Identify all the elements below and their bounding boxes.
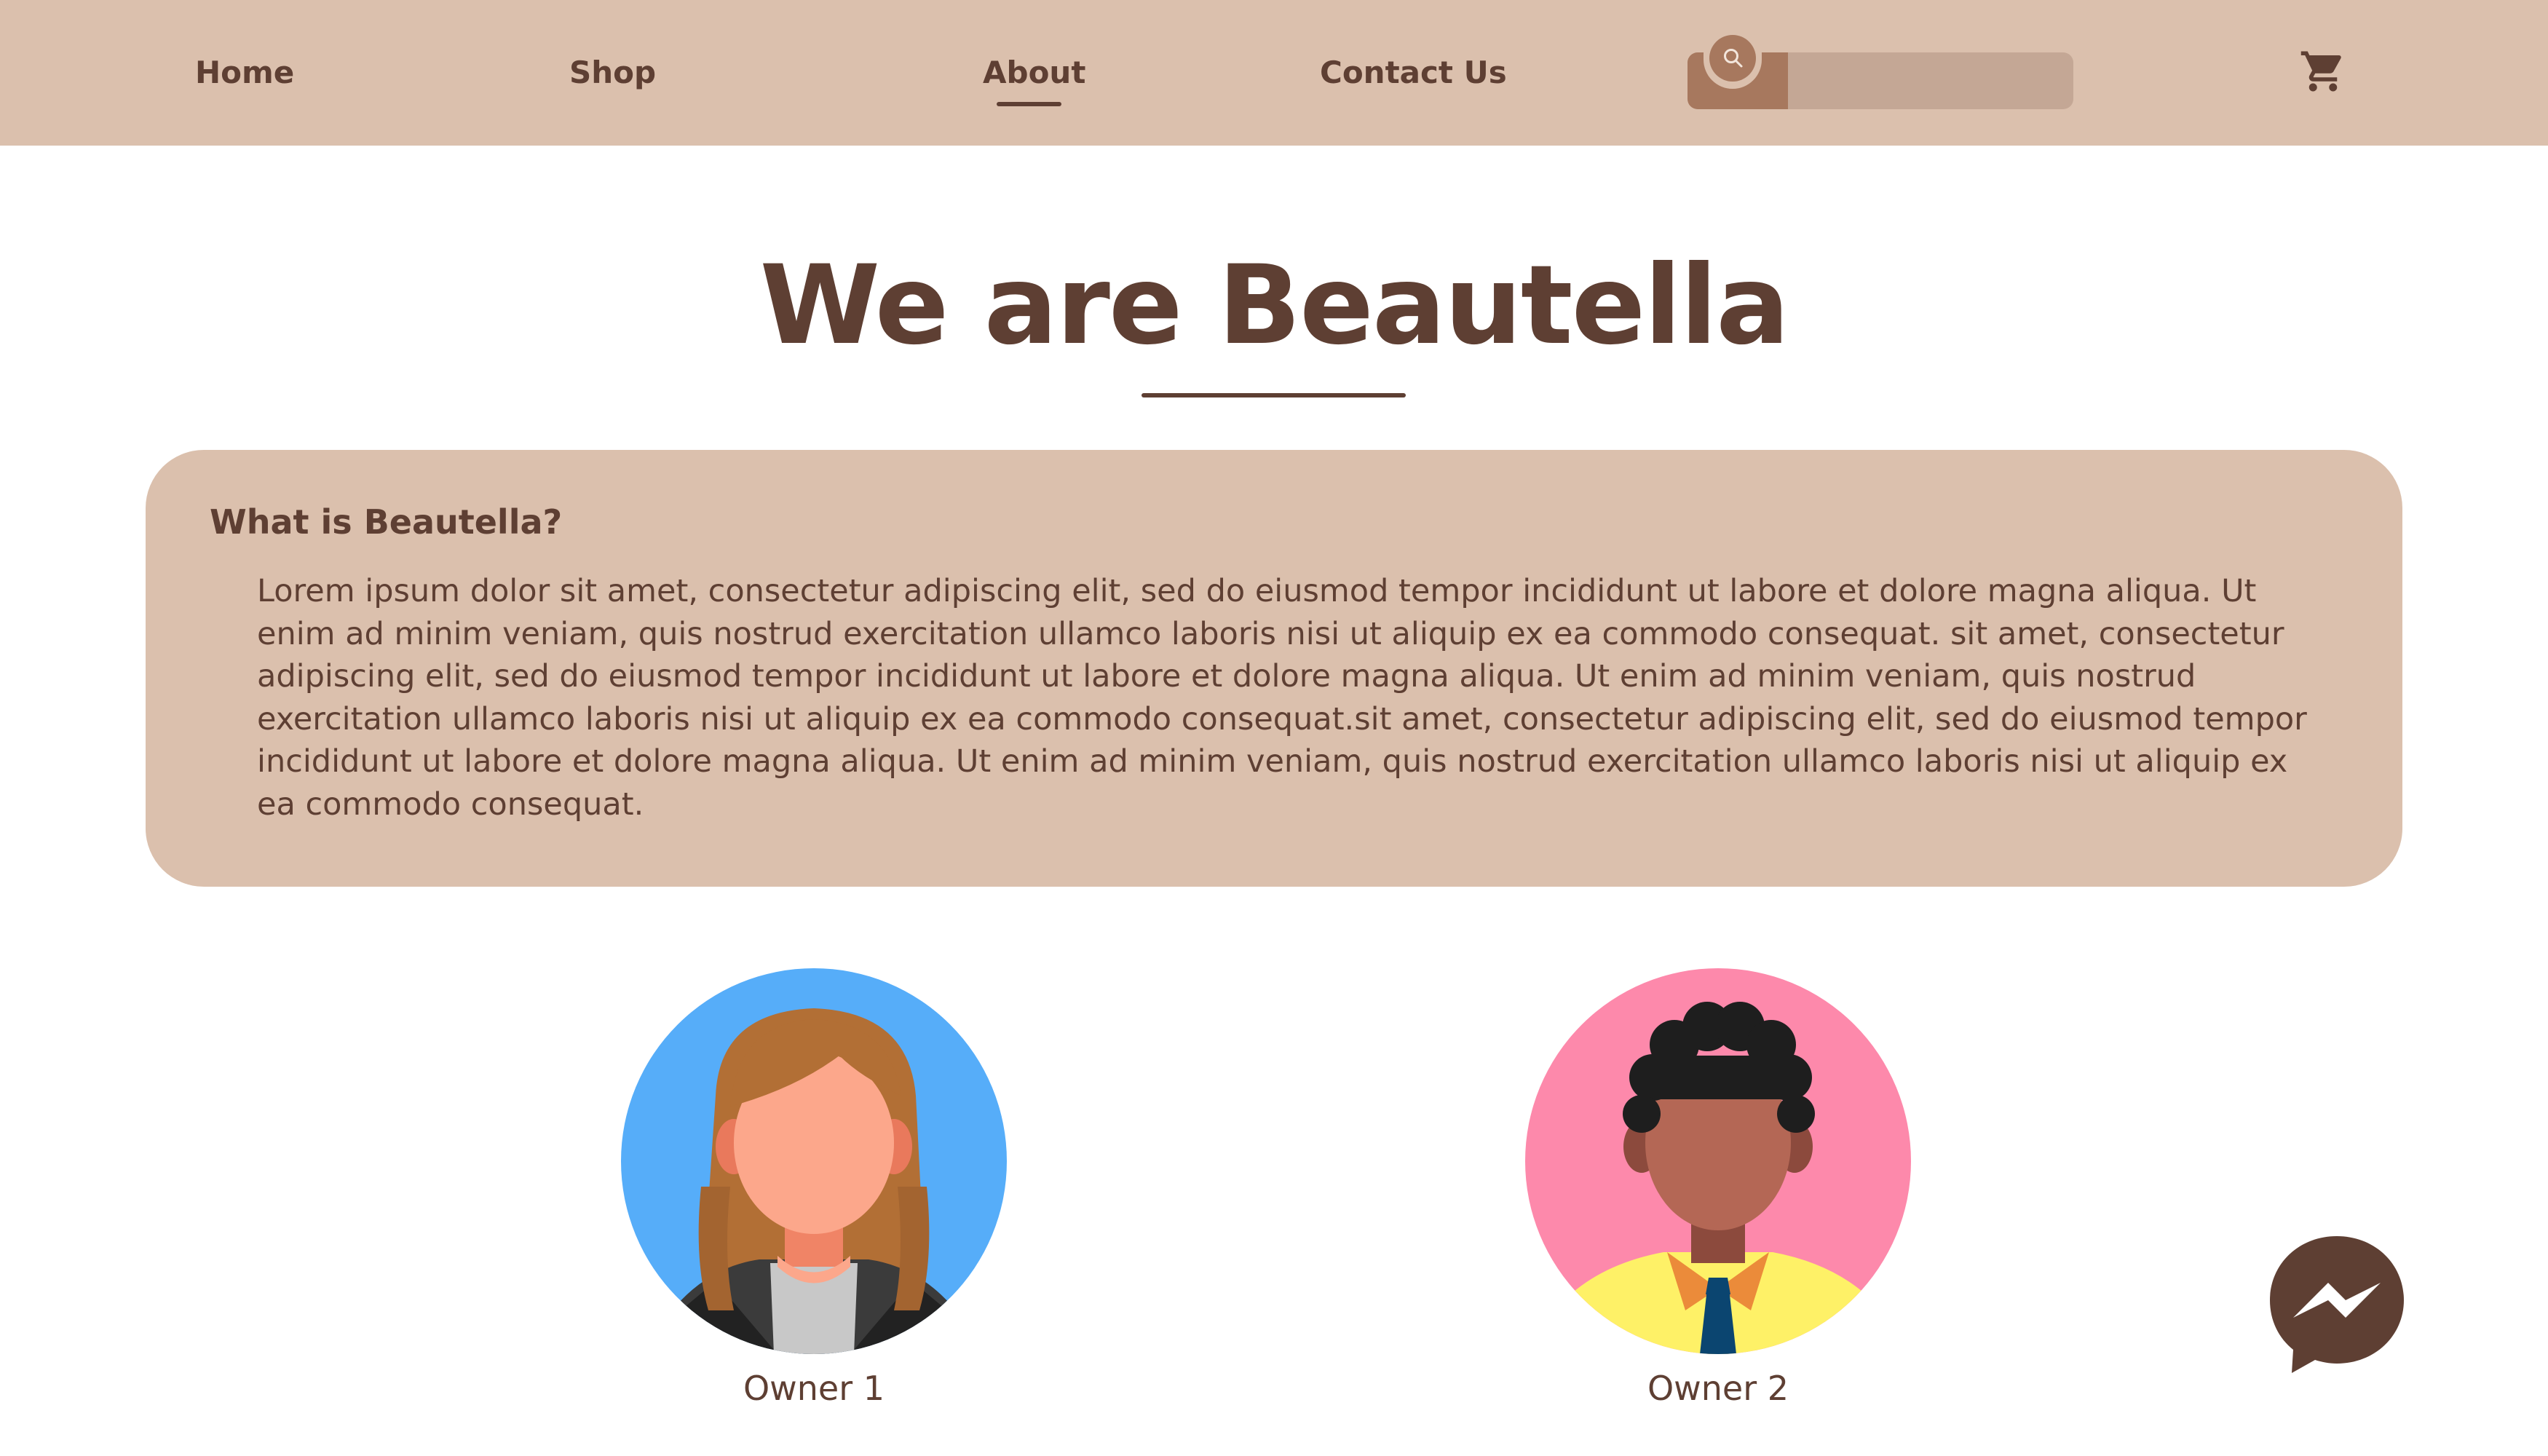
info-heading: What is Beautella? bbox=[210, 502, 563, 542]
search-bar[interactable] bbox=[1688, 35, 2073, 109]
nav-link-shop[interactable]: Shop bbox=[569, 51, 656, 95]
shopping-cart-icon[interactable] bbox=[2299, 47, 2347, 95]
owner-1-avatar bbox=[621, 968, 1007, 1354]
title-underline bbox=[1142, 393, 1406, 397]
about-info-card: What is Beautella? Lorem ipsum dolor sit… bbox=[146, 450, 2402, 887]
info-body-text: Lorem ipsum dolor sit amet, consectetur … bbox=[257, 573, 2307, 823]
messenger-icon[interactable] bbox=[2264, 1230, 2410, 1376]
woman-avatar-icon bbox=[621, 968, 1007, 1354]
search-button[interactable] bbox=[1709, 35, 1756, 82]
nav-link-about[interactable]: About bbox=[983, 51, 1085, 95]
page-title: We are Beautella bbox=[759, 242, 1790, 369]
owner-2-avatar bbox=[1525, 968, 1911, 1354]
nav-link-contact-us[interactable]: Contact Us bbox=[1320, 51, 1507, 95]
active-nav-indicator bbox=[997, 102, 1061, 106]
top-navbar: Home Shop About Contact Us bbox=[0, 0, 2548, 146]
search-icon bbox=[1724, 49, 1743, 68]
owner-1-name: Owner 1 bbox=[743, 1369, 885, 1408]
nav-link-home[interactable]: Home bbox=[195, 51, 294, 95]
owner-2-name: Owner 2 bbox=[1647, 1369, 1789, 1408]
search-input[interactable] bbox=[1797, 63, 2062, 100]
man-avatar-icon bbox=[1525, 968, 1911, 1354]
